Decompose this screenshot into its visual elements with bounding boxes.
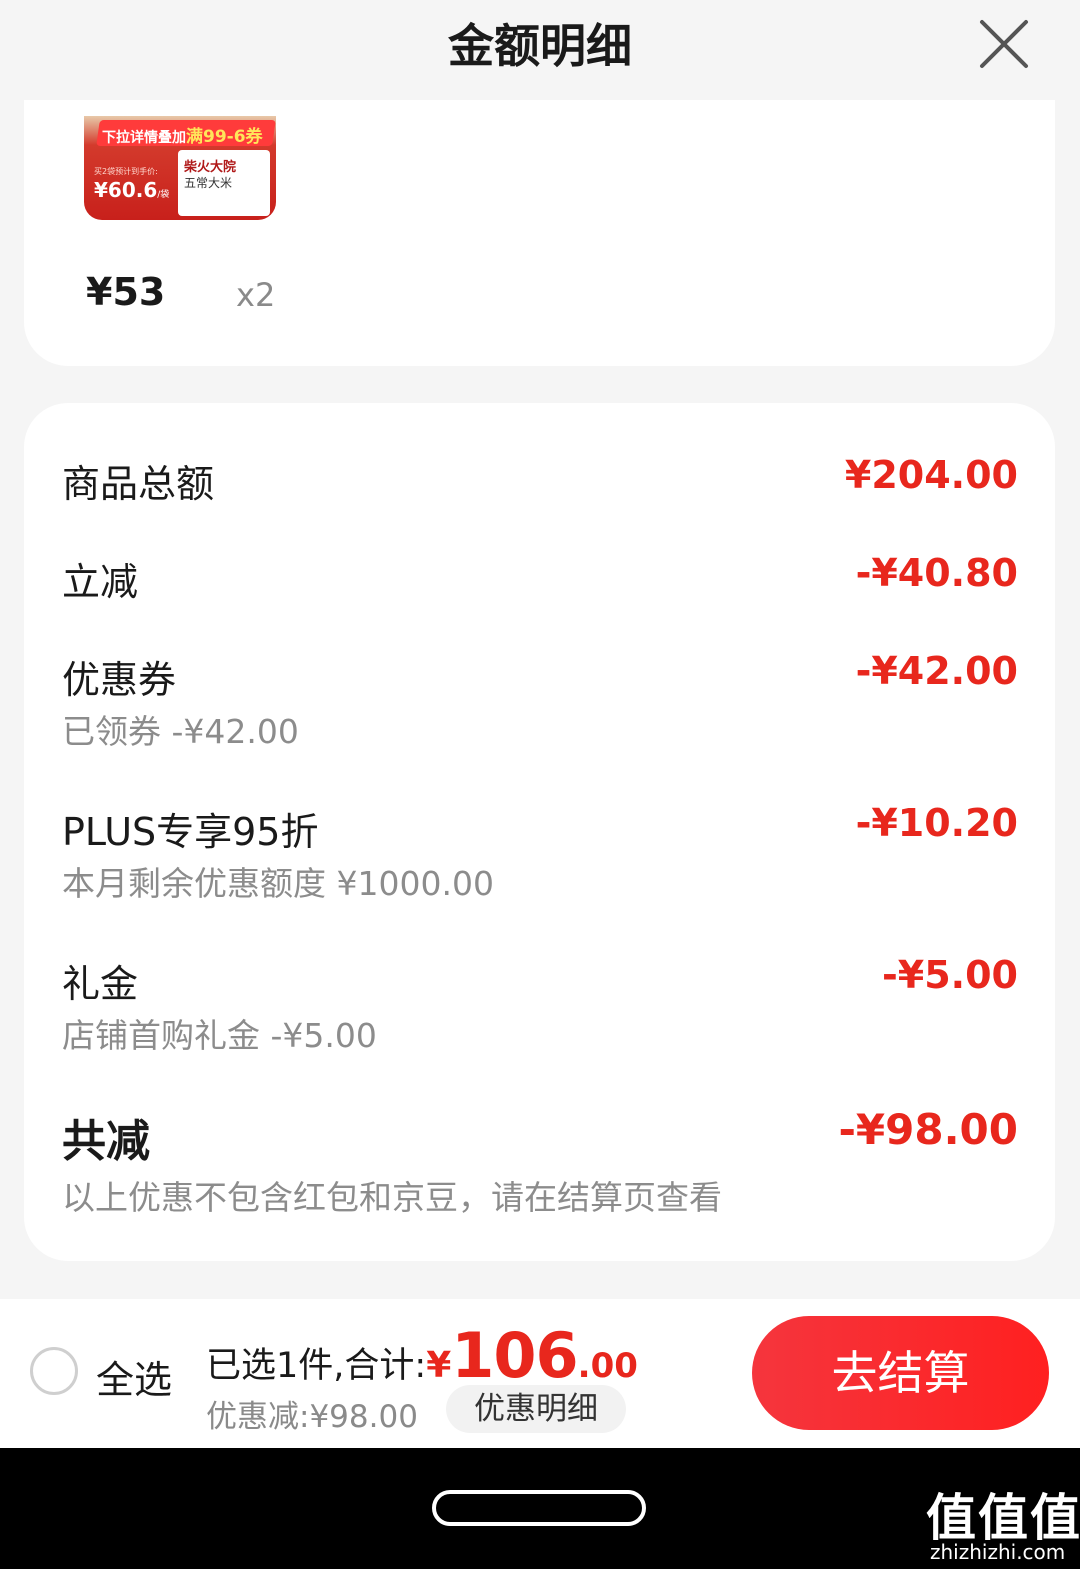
row-sub: 店铺首购礼金 -¥5.00 — [62, 1016, 377, 1055]
image-price-unit: /袋 — [157, 190, 170, 200]
row-value: -¥42.00 — [855, 649, 1018, 693]
row-value: -¥98.00 — [838, 1105, 1018, 1154]
package-brand: 柴火大院 — [184, 160, 237, 175]
select-all-checkbox[interactable] — [30, 1347, 78, 1395]
checkout-bar: 全选 已选1件,合计:¥106.00 优惠减:¥98.00 优惠明细 去结算 — [0, 1299, 1080, 1448]
row-label: 立减 — [62, 560, 139, 604]
home-indicator[interactable] — [432, 1490, 646, 1526]
select-all-label[interactable]: 全选 — [96, 1349, 172, 1404]
summary-total-dec: .00 — [577, 1346, 638, 1386]
amount-detail-card: 商品总额 ¥204.00 立减 -¥40.80 优惠券 -¥42.00 已领券 … — [24, 403, 1055, 1261]
promo-banner-text: 下拉详情叠加满99-6券 — [102, 122, 263, 147]
system-nav-bar: 值值值 zhizhizhi.com — [0, 1448, 1080, 1569]
discount-detail-button[interactable]: 优惠明细 — [446, 1385, 626, 1433]
image-price: ¥60.6/袋 — [94, 178, 169, 202]
summary-total-int: 106 — [451, 1319, 578, 1392]
row-label: PLUS专享95折 — [62, 810, 319, 854]
product-image[interactable]: 下拉详情叠加满99-6券 买2袋预计到手价: ¥60.6/袋 柴火大院 五常大米 — [84, 116, 276, 220]
row-sub: 本月剩余优惠额度 ¥1000.00 — [62, 864, 494, 903]
amount-detail-page: 金额明细 下拉详情叠加满99-6券 买2袋预计到手价: ¥60.6/袋 柴火大院… — [0, 0, 1080, 1569]
discount-note: 以上优惠不包含红包和京豆，请在结算页查看 — [62, 1178, 722, 1217]
image-price-main: ¥60.6 — [94, 178, 158, 202]
row-value: ¥204.00 — [844, 453, 1018, 497]
row-value: -¥5.00 — [882, 953, 1018, 997]
summary-line: 已选1件,合计:¥106.00 — [206, 1319, 638, 1392]
row-label: 礼金 — [62, 962, 139, 1006]
row-label: 优惠券 — [62, 658, 177, 702]
summary-currency: ¥ — [426, 1345, 452, 1386]
product-card: 下拉详情叠加满99-6券 买2袋预计到手价: ¥60.6/袋 柴火大院 五常大米… — [24, 100, 1055, 366]
discount-summary: 优惠减:¥98.00 — [206, 1399, 418, 1435]
promo-banner-highlight: 满99-6券 — [186, 127, 263, 147]
close-icon[interactable] — [978, 18, 1030, 70]
product-price: ¥53 — [86, 270, 166, 314]
row-label: 共减 — [62, 1116, 150, 1167]
checkout-button[interactable]: 去结算 — [752, 1316, 1049, 1430]
row-label: 商品总额 — [62, 462, 215, 506]
watermark-site: zhizhizhi.com — [930, 1540, 1066, 1564]
image-price-note: 买2袋预计到手价: — [94, 167, 158, 176]
row-value: -¥10.20 — [855, 801, 1018, 845]
page-title: 金额明细 — [448, 19, 632, 73]
summary-prefix: 已选1件,合计: — [206, 1346, 427, 1386]
package-name: 五常大米 — [184, 176, 233, 190]
row-value: -¥40.80 — [855, 551, 1018, 595]
product-quantity: x2 — [236, 276, 276, 314]
header: 金额明细 — [0, 0, 1080, 116]
promo-banner-prefix: 下拉详情叠加 — [102, 130, 186, 146]
row-sub: 已领券 -¥42.00 — [62, 712, 299, 751]
